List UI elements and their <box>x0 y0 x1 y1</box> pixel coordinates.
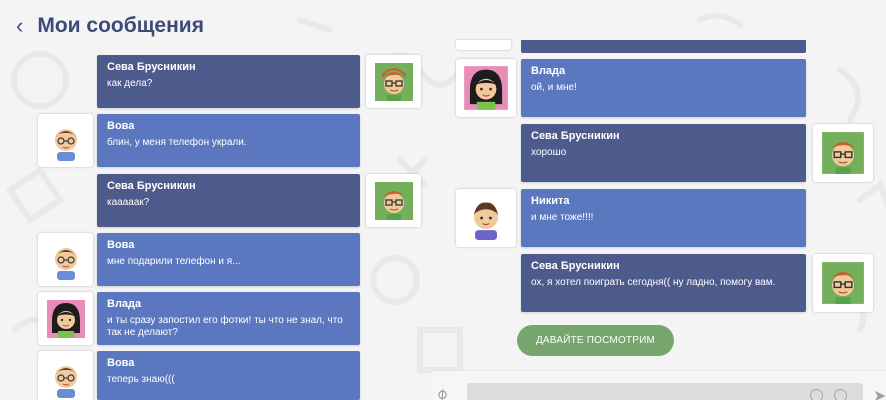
message-sender: Вова <box>107 120 135 132</box>
message-incoming: Влада ой, и мне! <box>521 59 806 117</box>
message-text: каааaак? <box>107 197 150 208</box>
avatar-seva[interactable] <box>813 254 873 312</box>
message-text: мне подарили телефон и я... <box>107 256 241 267</box>
message-input[interactable] <box>467 383 863 400</box>
boy-glasses-icon <box>54 128 77 161</box>
message-incoming: Вова теперь знаю((( <box>97 351 360 400</box>
boy-glasses-icon <box>822 262 864 304</box>
avatar-seva[interactable] <box>366 174 421 227</box>
message-bubble: Сева Брусникин каааaак? <box>97 174 360 227</box>
message-text: и мне тоже!!!! <box>531 212 594 223</box>
message-sender: Вова <box>107 357 135 369</box>
message-sender: Никита <box>531 195 570 207</box>
message-bubble: Сева Брусникин ох, я хотел поиграть сего… <box>521 254 806 312</box>
send-icon[interactable]: ➤ <box>873 386 886 400</box>
chevron-left-icon[interactable]: ‹ <box>12 15 27 37</box>
avatar-seva[interactable] <box>813 124 873 182</box>
message-sender: Вова <box>107 239 135 251</box>
message-text: ой, и мне! <box>531 82 577 93</box>
message-bubble: Сева Брусникин хорошо <box>521 124 806 182</box>
boy-glasses-icon <box>374 181 413 220</box>
message-incoming: Вова блин, у меня телефон украли. <box>97 114 360 167</box>
message-outgoing: Сева Брусникин каааaак? <box>97 174 360 227</box>
message-bubble: Влада ой, и мне! <box>521 59 806 117</box>
boy-glasses-icon <box>822 132 864 174</box>
message-sender: Сева Брусникин <box>531 130 620 142</box>
boy-glasses-icon <box>54 365 77 398</box>
sticker-icon[interactable] <box>834 389 847 400</box>
avatar-vova[interactable] <box>38 351 93 400</box>
message-incoming: Вова мне подарили телефон и я... <box>97 233 360 286</box>
message-bubble: Влада и ты сразу запостил его фотки! ты … <box>97 292 360 345</box>
boy-glasses-icon <box>54 247 77 280</box>
lets-look-button[interactable]: Давайте посмотрим <box>517 325 674 356</box>
boy-icon <box>473 202 499 240</box>
avatar-vlada[interactable] <box>456 59 516 117</box>
message-text: как дела? <box>107 78 153 89</box>
message-sender: Сева Брусникин <box>531 260 620 272</box>
message-sender: Влада <box>107 298 142 310</box>
message-text: теперь знаю((( <box>107 374 175 385</box>
message-bubble: Вова теперь знаю((( <box>97 351 360 400</box>
message-bubble: Вова мне подарили телефон и я... <box>97 233 360 286</box>
avatar-seva[interactable] <box>366 55 421 108</box>
message-text: ох, я хотел поиграть сегодня(( ну ладно,… <box>531 277 776 288</box>
girl-icon <box>46 299 85 338</box>
avatar-vova[interactable] <box>38 114 93 167</box>
message-incoming: Влада и ты сразу запостил его фотки! ты … <box>97 292 360 345</box>
message-outgoing: Сева Брусникин хорошо <box>521 124 806 182</box>
girl-icon <box>464 66 508 110</box>
message-text: хорошо <box>531 147 567 158</box>
avatar-vova[interactable] <box>38 233 93 286</box>
message-text: и ты сразу запостил его фотки! ты что не… <box>107 315 343 338</box>
message-outgoing: Сева Брусникин как дела? <box>97 55 360 108</box>
boy-glasses-icon <box>374 62 413 101</box>
avatar-partial <box>456 40 511 50</box>
message-bubble: Вова блин, у меня телефон украли. <box>97 114 360 167</box>
avatar-nikita[interactable] <box>456 189 516 247</box>
message-sender: Сева Брусникин <box>107 180 196 192</box>
message-outgoing: Сева Брусникин ох, я хотел поиграть сего… <box>521 254 806 312</box>
avatar-vlada[interactable] <box>38 292 93 345</box>
message-bubble: Никита и мне тоже!!!! <box>521 189 806 247</box>
page-title: Мои сообщения <box>37 14 204 37</box>
emoji-icon[interactable] <box>810 389 823 400</box>
message-incoming: Никита и мне тоже!!!! <box>521 189 806 247</box>
message-sender: Влада <box>531 65 566 77</box>
message-sender: Сева Брусникин <box>107 61 196 73</box>
message-bubble-partial <box>521 40 806 53</box>
message-bubble: Сева Брусникин как дела? <box>97 55 360 108</box>
header: ‹ Мои сообщения <box>12 12 204 40</box>
message-text: блин, у меня телефон украли. <box>107 137 247 148</box>
